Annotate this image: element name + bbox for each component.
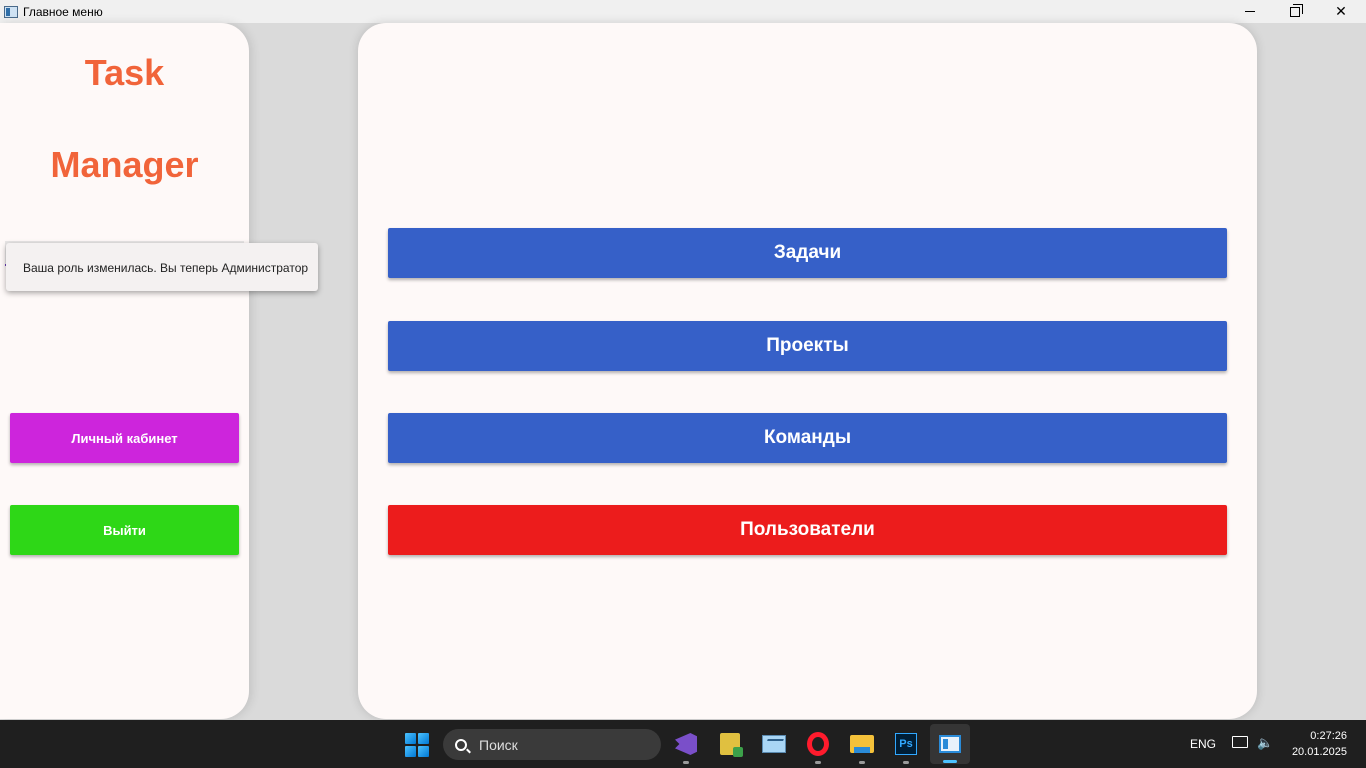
windows-logo-icon [405,746,416,757]
role-changed-popup: Ваша роль изменилась. Вы теперь Админист… [6,243,318,291]
visual-studio-icon [675,733,697,755]
personal-cabinet-button[interactable]: Личный кабинет [10,413,239,463]
taskbar: Поиск Ps ENG 🔈 0:27:26 20.01.2025 [0,720,1366,768]
main-panel: Задачи Проекты Команды Пользователи [358,23,1257,719]
projects-button[interactable]: Проекты [388,321,1227,371]
windows-logo-icon [418,746,429,757]
clock-date: 20.01.2025 [1291,746,1347,758]
taskbar-search[interactable]: Поиск [443,729,661,760]
logo-title-line1: Task [84,52,165,93]
users-button[interactable]: Пользователи [388,505,1227,555]
windows-logo-icon [418,733,429,744]
photoshop-icon: Ps [895,733,917,755]
volume-icon[interactable]: 🔈 [1257,736,1273,750]
tasks-button[interactable]: Задачи [388,228,1227,278]
running-indicator [859,761,865,764]
taskbar-app-opera[interactable] [803,729,833,764]
windows-logo-icon [405,733,416,744]
teams-button[interactable]: Команды [388,413,1227,463]
start-button[interactable] [405,733,429,757]
system-clock[interactable]: 0:27:26 20.01.2025 [1285,728,1347,760]
opera-icon [807,732,829,756]
title-bar: Главное меню ✕ [0,0,1366,23]
close-button[interactable]: ✕ [1318,0,1364,23]
restore-icon [1290,3,1303,17]
search-placeholder: Поиск [479,736,518,753]
logo-title-line2: Manager [50,144,199,185]
minimize-button[interactable] [1227,0,1273,23]
close-icon: ✕ [1335,3,1347,19]
window-title: Главное меню [23,4,103,19]
active-indicator [943,760,957,763]
app-window-icon [939,735,961,753]
monitor-icon [762,735,786,753]
clock-time: 0:27:26 [1310,730,1347,742]
taskbar-app-visual-studio[interactable] [671,729,701,764]
taskbar-app-photoshop[interactable]: Ps [891,729,921,764]
taskbar-app-file-explorer[interactable] [847,729,877,764]
sidebar: Task Manager Личный кабинет Выйти [0,23,249,719]
exit-button[interactable]: Выйти [10,505,239,555]
network-icon[interactable] [1232,736,1248,748]
editor-icon [720,733,743,757]
running-indicator [683,761,689,764]
file-explorer-icon [850,735,874,753]
taskbar-app-editor[interactable] [715,729,745,759]
restore-button[interactable] [1272,0,1318,23]
running-indicator [903,761,909,764]
taskbar-app-current-window[interactable] [930,724,970,764]
search-icon [455,738,467,751]
taskbar-app-monitor[interactable] [759,729,789,759]
running-indicator [815,761,821,764]
input-language[interactable]: ENG [1190,737,1216,751]
minimize-icon [1245,11,1255,12]
app-window-icon [4,5,18,18]
